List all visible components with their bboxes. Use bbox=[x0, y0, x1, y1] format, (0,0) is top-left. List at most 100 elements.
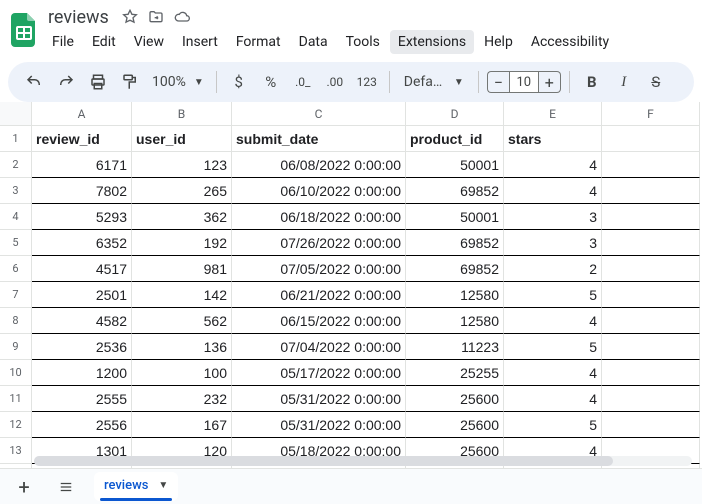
cell[interactable]: 6171 bbox=[32, 152, 132, 178]
cell[interactable]: product_id bbox=[406, 126, 504, 152]
cell[interactable]: 25255 bbox=[406, 360, 504, 386]
cell[interactable]: 06/15/2022 0:00:00 bbox=[232, 308, 406, 334]
decrease-font-size-button[interactable]: − bbox=[487, 71, 509, 93]
cell[interactable]: 136 bbox=[132, 334, 232, 360]
cell[interactable]: 69852 bbox=[406, 256, 504, 282]
row-header[interactable]: 8 bbox=[0, 308, 32, 334]
horizontal-scrollbar[interactable] bbox=[34, 456, 692, 466]
cell[interactable]: 3 bbox=[504, 204, 602, 230]
cell[interactable]: 4 bbox=[504, 152, 602, 178]
menu-tools[interactable]: Tools bbox=[338, 30, 388, 54]
cell[interactable] bbox=[602, 386, 700, 412]
cell[interactable]: 6352 bbox=[32, 230, 132, 256]
cell[interactable] bbox=[602, 360, 700, 386]
column-header-A[interactable]: A bbox=[32, 102, 132, 126]
spreadsheet-grid[interactable]: ABCDEF1review_iduser_idsubmit_dateproduc… bbox=[0, 102, 702, 468]
cell[interactable]: 06/08/2022 0:00:00 bbox=[232, 152, 406, 178]
row-header[interactable]: 11 bbox=[0, 386, 32, 412]
menu-data[interactable]: Data bbox=[291, 30, 336, 54]
font-size-input[interactable]: 10 bbox=[509, 71, 539, 93]
cell[interactable]: 5293 bbox=[32, 204, 132, 230]
cell[interactable] bbox=[602, 412, 700, 438]
cell[interactable]: 06/18/2022 0:00:00 bbox=[232, 204, 406, 230]
cell[interactable]: 06/10/2022 0:00:00 bbox=[232, 178, 406, 204]
sheet-tab-reviews[interactable]: reviews ▼ bbox=[94, 472, 178, 501]
menu-help[interactable]: Help bbox=[476, 30, 521, 54]
increase-decimal-button[interactable]: .00 bbox=[321, 68, 349, 96]
cell[interactable]: 2555 bbox=[32, 386, 132, 412]
cell[interactable]: 50001 bbox=[406, 204, 504, 230]
cell[interactable] bbox=[602, 308, 700, 334]
cell[interactable] bbox=[602, 152, 700, 178]
star-icon[interactable] bbox=[121, 8, 139, 26]
doc-title[interactable]: reviews bbox=[44, 6, 113, 29]
cell[interactable]: 4582 bbox=[32, 308, 132, 334]
increase-font-size-button[interactable]: + bbox=[539, 71, 561, 93]
move-to-folder-icon[interactable] bbox=[147, 8, 165, 26]
cell[interactable]: 50001 bbox=[406, 152, 504, 178]
cell[interactable]: 3 bbox=[504, 230, 602, 256]
cell[interactable]: 69852 bbox=[406, 178, 504, 204]
cell[interactable]: 11223 bbox=[406, 334, 504, 360]
row-header[interactable]: 4 bbox=[0, 204, 32, 230]
all-sheets-button[interactable] bbox=[52, 473, 80, 501]
more-formats-button[interactable]: 123 bbox=[353, 68, 381, 96]
cell[interactable]: 5 bbox=[504, 334, 602, 360]
cell[interactable]: 4 bbox=[504, 386, 602, 412]
cell[interactable]: 362 bbox=[132, 204, 232, 230]
cell[interactable]: 7802 bbox=[32, 178, 132, 204]
row-header[interactable]: 1 bbox=[0, 126, 32, 152]
cell[interactable]: review_id bbox=[32, 126, 132, 152]
menu-accessibility[interactable]: Accessibility bbox=[523, 30, 617, 54]
cell[interactable]: 25600 bbox=[406, 386, 504, 412]
cell[interactable]: 192 bbox=[132, 230, 232, 256]
column-header-C[interactable]: C bbox=[232, 102, 406, 126]
add-sheet-button[interactable]: + bbox=[10, 473, 38, 501]
cell[interactable]: 2536 bbox=[32, 334, 132, 360]
zoom-select[interactable]: 100%▼ bbox=[148, 74, 208, 90]
cell[interactable]: 06/21/2022 0:00:00 bbox=[232, 282, 406, 308]
cell[interactable]: 981 bbox=[132, 256, 232, 282]
cell[interactable]: 69852 bbox=[406, 230, 504, 256]
font-select[interactable]: Defaul…▼ bbox=[398, 74, 470, 90]
cloud-status-icon[interactable] bbox=[173, 8, 191, 26]
column-header-E[interactable]: E bbox=[504, 102, 602, 126]
cell[interactable]: 25600 bbox=[406, 412, 504, 438]
italic-button[interactable]: I bbox=[610, 68, 638, 96]
cell[interactable]: 4 bbox=[504, 308, 602, 334]
cell[interactable]: 4 bbox=[504, 178, 602, 204]
cell[interactable] bbox=[602, 282, 700, 308]
cell[interactable]: 2556 bbox=[32, 412, 132, 438]
row-header[interactable]: 9 bbox=[0, 334, 32, 360]
cell[interactable]: 07/26/2022 0:00:00 bbox=[232, 230, 406, 256]
cell[interactable]: 265 bbox=[132, 178, 232, 204]
cell[interactable]: 05/31/2022 0:00:00 bbox=[232, 412, 406, 438]
cell[interactable]: 05/17/2022 0:00:00 bbox=[232, 360, 406, 386]
row-header[interactable]: 5 bbox=[0, 230, 32, 256]
cell[interactable]: 5 bbox=[504, 412, 602, 438]
undo-button[interactable] bbox=[20, 68, 48, 96]
cell[interactable]: 12580 bbox=[406, 308, 504, 334]
cell[interactable] bbox=[602, 126, 700, 152]
decrease-decimal-button[interactable]: .0_ bbox=[289, 68, 317, 96]
row-header[interactable]: 10 bbox=[0, 360, 32, 386]
cell[interactable] bbox=[602, 230, 700, 256]
sheets-logo-icon[interactable] bbox=[10, 12, 38, 48]
cell[interactable]: 1200 bbox=[32, 360, 132, 386]
menu-insert[interactable]: Insert bbox=[174, 30, 226, 54]
paint-format-button[interactable] bbox=[116, 68, 144, 96]
cell[interactable]: 05/31/2022 0:00:00 bbox=[232, 386, 406, 412]
cell[interactable]: 232 bbox=[132, 386, 232, 412]
menu-view[interactable]: View bbox=[126, 30, 172, 54]
row-header[interactable]: 12 bbox=[0, 412, 32, 438]
column-header-B[interactable]: B bbox=[132, 102, 232, 126]
column-header-F[interactable]: F bbox=[602, 102, 700, 126]
cell[interactable]: 167 bbox=[132, 412, 232, 438]
cell[interactable]: 12580 bbox=[406, 282, 504, 308]
cell[interactable] bbox=[602, 334, 700, 360]
cell[interactable] bbox=[602, 178, 700, 204]
strikethrough-button[interactable]: S bbox=[642, 68, 670, 96]
cell[interactable]: 2 bbox=[504, 256, 602, 282]
cell[interactable]: 142 bbox=[132, 282, 232, 308]
cell[interactable]: 07/04/2022 0:00:00 bbox=[232, 334, 406, 360]
